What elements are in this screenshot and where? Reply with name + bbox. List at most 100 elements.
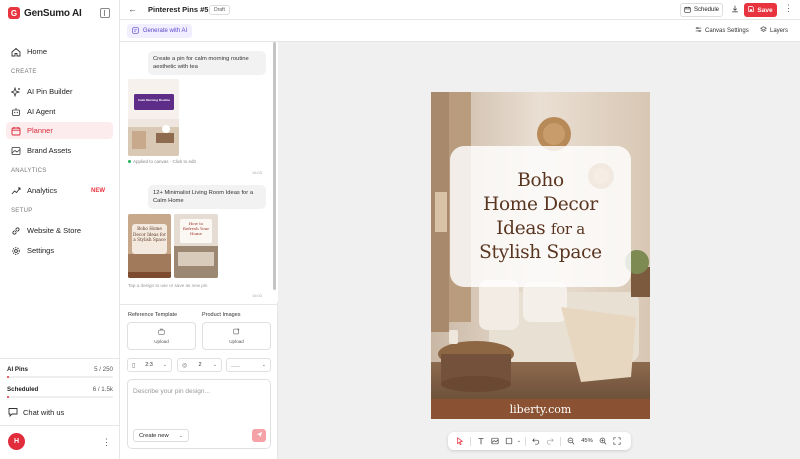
new-badge: NEW [91, 187, 105, 194]
user-message: Create a pin for calm morning routine ae… [148, 51, 266, 75]
sidebar-item-agent[interactable]: AI Agent [6, 103, 113, 120]
calendar-icon [684, 6, 691, 15]
sidebar-item-label: AI Agent [27, 107, 56, 116]
top-bar: ← Pinterest Pins #5 Draft Schedule Save … [120, 0, 800, 20]
undo-icon[interactable] [529, 434, 543, 448]
chat-scrollbar[interactable] [273, 42, 276, 290]
page-title[interactable]: Pinterest Pins #5 [148, 5, 208, 14]
sidebar-item-label: Brand Assets [27, 146, 72, 155]
more-vertical-icon[interactable]: ⋮ [102, 437, 111, 448]
sidebar: G GenSumo AI Home CREATE AI Pin Builder … [0, 0, 120, 459]
redo-icon[interactable] [543, 434, 557, 448]
design-canvas[interactable]: Boho Home Decor Ideas for a Stylish Spac… [278, 42, 800, 459]
toolbar-divider [560, 436, 561, 446]
more-vertical-icon[interactable]: ⋮ [784, 3, 793, 14]
logo-mark: G [8, 7, 20, 19]
reference-template-label: Reference Template [128, 312, 178, 318]
sidebar-item-label: Analytics [27, 186, 58, 195]
count-value: 2 [198, 362, 202, 368]
download-button[interactable] [729, 4, 741, 16]
user-message: 12+ Minimalist Living Room Ideas for a C… [148, 185, 266, 209]
pin-design[interactable]: Boho Home Decor Ideas for a Stylish Spac… [431, 92, 650, 419]
shape-tool-icon[interactable] [502, 434, 516, 448]
message-timestamp: 16:03 [252, 170, 263, 175]
collapse-sidebar-icon[interactable] [100, 8, 110, 18]
chat-history[interactable]: Create a pin for calm morning routine ae… [120, 42, 278, 302]
send-icon [256, 431, 263, 440]
sidebar-item-pin-builder[interactable]: AI Pin Builder [6, 83, 113, 100]
sidebar-item-home[interactable]: Home [6, 43, 113, 60]
aspect-ratio-select[interactable]: ▯ 2:3 ⌄ [127, 358, 172, 372]
product-upload-button[interactable]: Upload [202, 322, 271, 350]
pin-title-line3a: Ideas [496, 217, 546, 239]
back-arrow-icon[interactable]: ← [128, 4, 137, 14]
applied-status[interactable]: Applied to canvas · Click to edit [128, 159, 196, 164]
reference-upload-button[interactable]: Upload [127, 322, 196, 350]
sidebar-item-website-store[interactable]: Website & Store [6, 222, 113, 239]
thumbnail-title: Boho Home Decor Ideas for a Stylish Spac… [133, 226, 166, 242]
prompt-composer: Create new ⌄ [127, 379, 271, 449]
text-tool-icon[interactable] [474, 434, 488, 448]
pin-title-line2: Home Decor [483, 193, 598, 215]
create-mode-value: Create new [139, 432, 169, 439]
section-analytics: ANALYTICS [11, 168, 47, 174]
layers-label: Layers [770, 27, 789, 34]
usage-bar [7, 376, 113, 378]
sidebar-item-brand-assets[interactable]: Brand Assets [6, 142, 113, 159]
sliders-icon [695, 26, 702, 35]
ai-chat-panel: Create a pin for calm morning routine ae… [120, 42, 278, 459]
upload-icon [158, 328, 165, 336]
generated-design-thumbnail[interactable]: Calm Morning Routine [128, 79, 179, 156]
model-value: ___ [231, 362, 241, 368]
fit-to-screen-icon[interactable] [610, 434, 624, 448]
calendar-icon [11, 126, 21, 136]
usage-value: 6 / 1.5k [92, 386, 113, 393]
product-images-label: Product Images [202, 312, 241, 318]
prompt-input[interactable] [133, 385, 265, 397]
chevron-down-icon: ⌄ [178, 432, 183, 439]
user-avatar[interactable]: H [8, 433, 25, 450]
chat-with-us-link[interactable]: Chat with us [8, 407, 64, 417]
layers-button[interactable]: Layers [760, 26, 788, 35]
pin-title-line1: Boho [517, 169, 564, 191]
zoom-in-icon[interactable] [596, 434, 610, 448]
save-button[interactable]: Save [744, 3, 777, 17]
image-tool-icon[interactable] [488, 434, 502, 448]
applied-status-text: Applied to canvas · Click to edit [133, 159, 196, 164]
chevron-down-icon[interactable]: ⌄ [516, 434, 522, 448]
sidebar-item-analytics[interactable]: Analytics NEW [6, 182, 113, 199]
usage-scheduled: Scheduled 6 / 1.5k [7, 386, 113, 398]
create-mode-select[interactable]: Create new ⌄ [133, 429, 189, 442]
stack-icon: ◎ [182, 362, 188, 369]
count-select[interactable]: ◎ 2 ⌄ [177, 358, 222, 372]
sidebar-divider [0, 425, 120, 426]
canvas-settings-button[interactable]: Canvas Settings [695, 26, 749, 35]
model-select[interactable]: ___ ⌄ [226, 358, 271, 372]
thumbnail-image [128, 79, 179, 156]
pin-title-card[interactable]: Boho Home Decor Ideas for a Stylish Spac… [450, 146, 631, 287]
aspect-ratio-value: 2:3 [145, 362, 153, 368]
generate-with-ai-label: Generate with AI [142, 28, 188, 34]
sidebar-item-settings[interactable]: Settings [6, 242, 113, 259]
send-button[interactable] [252, 429, 266, 442]
add-image-icon [233, 328, 240, 336]
pin-footer-url[interactable]: liberty.com [431, 399, 650, 419]
select-tool-icon[interactable] [453, 434, 467, 448]
generate-with-ai-tab[interactable]: Generate with AI [127, 24, 192, 38]
editor-subbar: Generate with AI Canvas Settings Layers [120, 20, 800, 42]
sidebar-item-planner[interactable]: Planner [6, 122, 113, 139]
pin-title[interactable]: Boho Home Decor Ideas for a Stylish Spac… [453, 169, 629, 265]
usage-fill [7, 396, 10, 398]
save-icon [748, 6, 755, 14]
chevron-down-icon: ⌄ [261, 362, 266, 368]
zoom-out-icon[interactable] [564, 434, 578, 448]
robot-icon [11, 107, 21, 117]
app-logo[interactable]: G GenSumo AI [8, 6, 82, 20]
message-timestamp: 16:03 [252, 293, 263, 298]
design-option-thumbnail[interactable]: Boho Home Decor Ideas for a Stylish Spac… [128, 214, 171, 278]
chart-icon [11, 186, 21, 196]
ai-icon [132, 26, 139, 36]
schedule-button[interactable]: Schedule [680, 3, 723, 17]
design-option-thumbnail[interactable]: How to Refresh Your Home [174, 214, 218, 278]
chat-icon [8, 407, 18, 417]
